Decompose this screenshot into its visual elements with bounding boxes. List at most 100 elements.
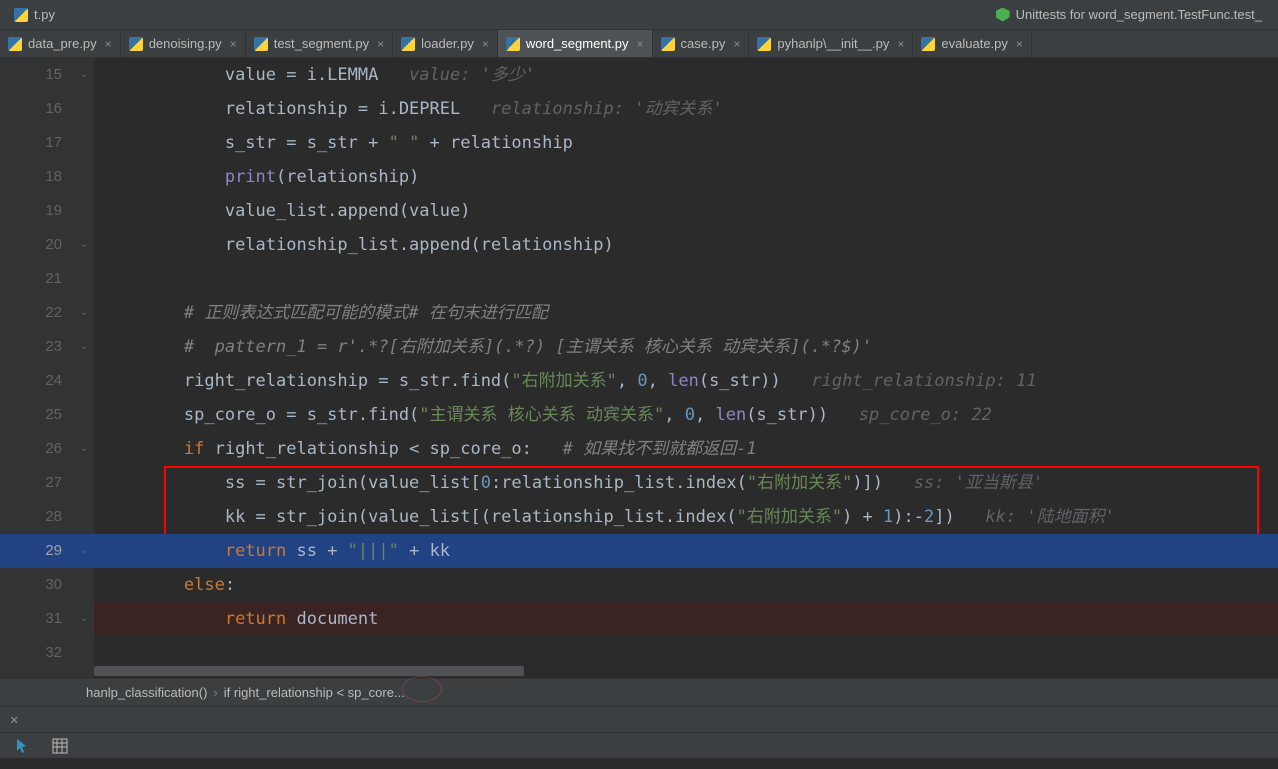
line-number[interactable]: 20⌄ — [0, 228, 94, 262]
fold-icon[interactable] — [76, 273, 88, 285]
file-tab-data_pre-py[interactable]: data_pre.py× — [0, 30, 121, 57]
code-token: (s_str)) — [699, 371, 812, 391]
close-tab-icon[interactable]: × — [105, 37, 112, 51]
code-line[interactable]: sp_core_o = s_str.find("主谓关系 核心关系 动宾关系",… — [94, 398, 1278, 432]
fold-icon[interactable] — [76, 579, 88, 591]
code-token: "|||" — [348, 541, 399, 561]
file-tab-test_segment-py[interactable]: test_segment.py× — [246, 30, 393, 57]
line-number[interactable]: 19 — [0, 194, 94, 228]
close-tab-icon[interactable]: × — [230, 37, 237, 51]
line-number[interactable]: 23⌄ — [0, 330, 94, 364]
code-token: kk = str_join(value_list[(relationship_l… — [225, 507, 737, 527]
file-tab-label: loader.py — [421, 36, 474, 51]
file-tab-word_segment-py[interactable]: word_segment.py × — [498, 30, 653, 57]
fold-icon[interactable]: ⌄ — [76, 239, 88, 251]
file-tab-pyhanlp-__init__-py[interactable]: pyhanlp\__init__.py× — [749, 30, 913, 57]
code-line[interactable]: relationship = i.DEPREL relationship: '动… — [94, 92, 1278, 126]
line-number[interactable]: 25 — [0, 398, 94, 432]
code-token: value_list.append(value) — [225, 201, 471, 221]
code-line[interactable]: return document — [94, 602, 1278, 636]
fold-icon[interactable] — [76, 171, 88, 183]
line-number[interactable]: 16 — [0, 92, 94, 126]
code-line[interactable]: # pattern_1 = r'.*?[右附加关系](.*?) [主谓关系 核心… — [94, 330, 1278, 364]
code-token: ):- — [893, 507, 924, 527]
fold-icon[interactable]: ⌄ — [76, 613, 88, 625]
fold-icon[interactable] — [76, 647, 88, 659]
fold-icon[interactable]: ⌄ — [76, 69, 88, 81]
cursor-icon[interactable] — [14, 738, 30, 754]
file-tab-evaluate-py[interactable]: evaluate.py× — [913, 30, 1032, 57]
python-icon — [921, 37, 935, 51]
fold-icon[interactable] — [76, 477, 88, 489]
line-number[interactable]: 21 — [0, 262, 94, 296]
close-tab-icon[interactable]: × — [1016, 37, 1023, 51]
code-line[interactable]: ss = str_join(value_list[0:relationship_… — [94, 466, 1278, 500]
fold-icon[interactable] — [76, 103, 88, 115]
file-tab-denoising-py[interactable]: denoising.py× — [121, 30, 246, 57]
line-number[interactable]: 18 — [0, 160, 94, 194]
code-line[interactable]: else: — [94, 568, 1278, 602]
code-token: (relationship) — [276, 167, 419, 187]
close-tab-icon[interactable]: × — [733, 37, 740, 51]
fold-icon[interactable] — [76, 511, 88, 523]
fold-icon[interactable]: ⌄ — [76, 341, 88, 353]
file-tab-label: word_segment.py — [526, 36, 629, 51]
fold-icon[interactable] — [76, 205, 88, 217]
fold-icon[interactable]: ⌄ — [76, 307, 88, 319]
close-tab-icon[interactable]: × — [897, 37, 904, 51]
code-line[interactable]: if right_relationship < sp_core_o: # 如果找… — [94, 432, 1278, 466]
code-line[interactable]: relationship_list.append(relationship) — [94, 228, 1278, 262]
fold-icon[interactable] — [76, 137, 88, 149]
line-number[interactable]: 26⌄ — [0, 432, 94, 466]
line-number[interactable]: 27 — [0, 466, 94, 500]
code-line[interactable]: value_list.append(value) — [94, 194, 1278, 228]
code-line[interactable]: print(relationship) — [94, 160, 1278, 194]
code-token: relationship = i.DEPREL — [225, 99, 491, 119]
fold-icon[interactable] — [76, 409, 88, 421]
code-token: sp_core_o: 22 — [859, 405, 992, 425]
code-line[interactable]: return ss + "|||" + kk — [94, 534, 1278, 568]
close-tab-icon[interactable]: × — [482, 37, 489, 51]
code-line[interactable] — [94, 262, 1278, 296]
line-number[interactable]: 28 — [0, 500, 94, 534]
code-token: document — [296, 609, 378, 629]
code-token: len — [668, 371, 699, 391]
line-number[interactable]: 15⌄ — [0, 58, 94, 92]
line-number[interactable]: 29⌄ — [0, 534, 94, 568]
line-number[interactable]: 17 — [0, 126, 94, 160]
breadcrumb-statement[interactable]: if right_relationship < sp_core... — [218, 685, 411, 700]
line-number[interactable]: 31⌄ — [0, 602, 94, 636]
file-tab-case-py[interactable]: case.py× — [653, 30, 750, 57]
run-configuration[interactable]: Unittests for word_segment.TestFunc.test… — [986, 2, 1272, 28]
line-number[interactable]: 24 — [0, 364, 94, 398]
code-token: 0 — [637, 371, 647, 391]
code-token: return — [225, 541, 297, 561]
code-token: , — [664, 405, 684, 425]
python-icon — [506, 37, 520, 51]
code-line[interactable]: value = i.LEMMA value: '多少' — [94, 58, 1278, 92]
top-open-file[interactable]: t.py — [6, 2, 63, 28]
code-line[interactable]: # 正则表达式匹配可能的模式# 在句末进行匹配 — [94, 296, 1278, 330]
close-icon[interactable]: ✕ — [10, 712, 18, 728]
code-token: return — [225, 609, 297, 629]
fold-icon[interactable] — [76, 375, 88, 387]
close-tab-icon[interactable]: × — [377, 37, 384, 51]
line-number[interactable]: 32 — [0, 636, 94, 670]
code-line[interactable]: s_str = s_str + " " + relationship — [94, 126, 1278, 160]
fold-icon[interactable]: ⌄ — [76, 443, 88, 455]
code-token: ss + — [296, 541, 347, 561]
breadcrumb-function[interactable]: hanlp_classification() — [80, 685, 213, 700]
close-tab-icon[interactable]: × — [637, 37, 644, 51]
line-number[interactable]: 22⌄ — [0, 296, 94, 330]
code-token: "右附加关系" — [747, 473, 852, 493]
code-line[interactable]: kk = str_join(value_list[(relationship_l… — [94, 500, 1278, 534]
line-number[interactable]: 30 — [0, 568, 94, 602]
grid-icon[interactable] — [52, 738, 68, 754]
code-body[interactable]: value = i.LEMMA value: '多少' relationship… — [94, 58, 1278, 678]
fold-icon[interactable]: ⌄ — [76, 545, 88, 557]
python-icon — [254, 37, 268, 51]
code-token: right_relationship = s_str.find( — [184, 371, 512, 391]
file-tab-loader-py[interactable]: loader.py × — [393, 30, 498, 57]
code-line[interactable] — [94, 636, 1278, 670]
code-line[interactable]: right_relationship = s_str.find("右附加关系",… — [94, 364, 1278, 398]
